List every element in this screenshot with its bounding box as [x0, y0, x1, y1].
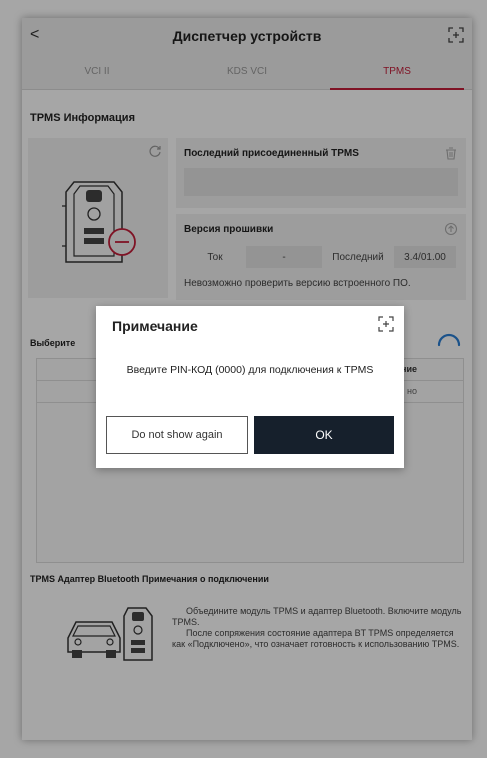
note-dialog: Примечание Введите PIN-КОД (0000) для по… — [96, 306, 404, 468]
do-not-show-again-button[interactable]: Do not show again — [106, 416, 248, 454]
dialog-title: Примечание — [112, 318, 198, 334]
dialog-message: Введите PIN-КОД (0000) для подключения к… — [126, 364, 374, 376]
expand-icon[interactable] — [378, 316, 394, 332]
ok-button[interactable]: OK — [254, 416, 394, 454]
